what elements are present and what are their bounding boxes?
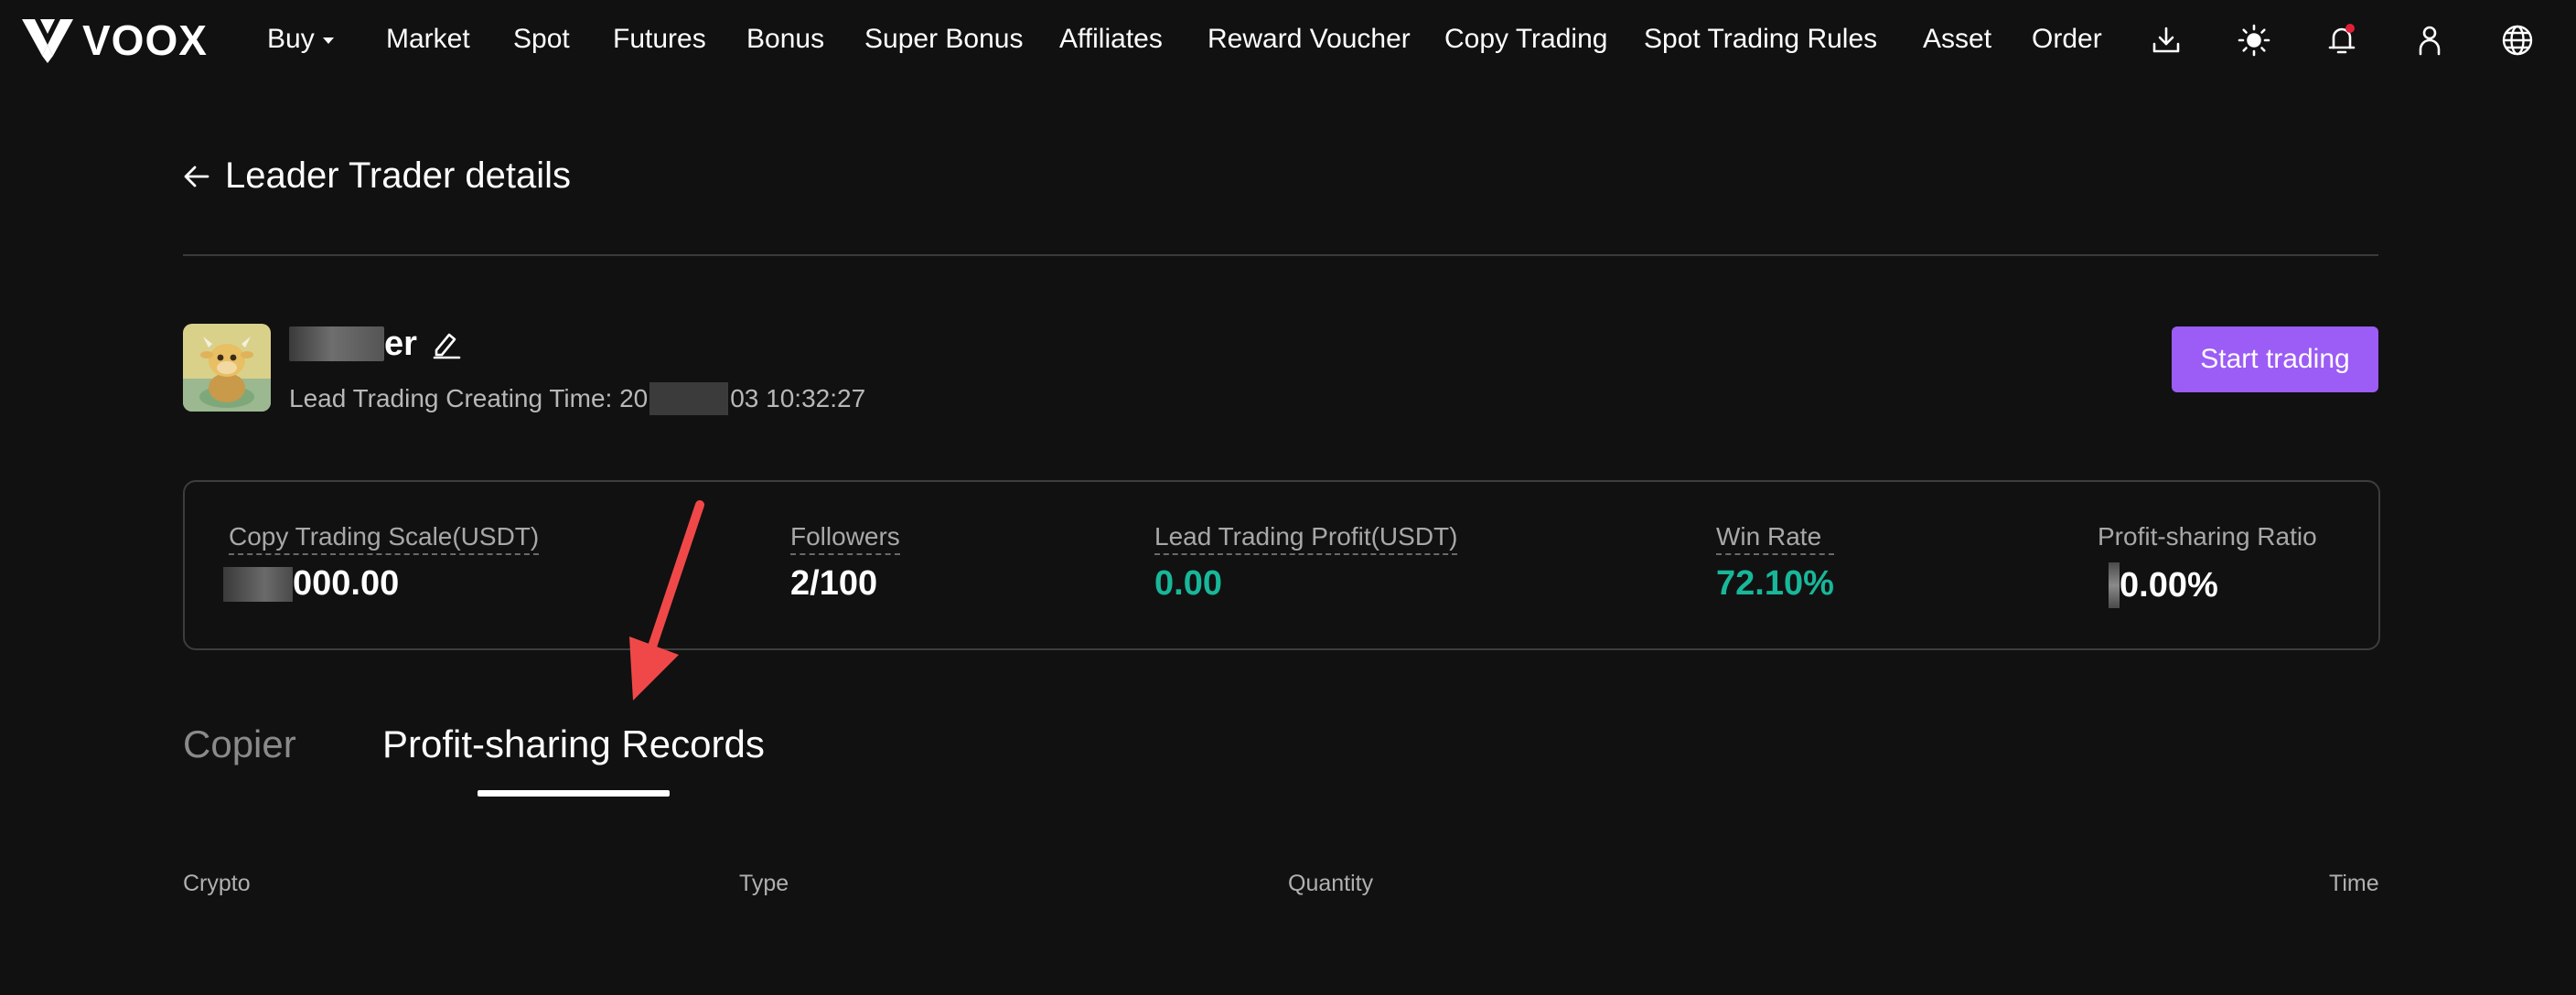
win-rate-label[interactable]: Win Rate	[1716, 522, 1834, 555]
lead-trading-created-time: Lead Trading Creating Time: 20 03 10:32:…	[289, 382, 865, 415]
lead-trading-profit-label[interactable]: Lead Trading Profit(USDT)	[1154, 522, 1458, 555]
column-header-quantity: Quantity	[1288, 871, 1374, 896]
redacted-scale-block	[223, 566, 293, 602]
stat-followers: Followers 2/100	[790, 522, 900, 604]
column-header-time: Time	[2329, 871, 2379, 896]
logo-text: VOOX	[82, 16, 208, 64]
back-arrow-icon[interactable]	[181, 161, 212, 192]
redacted-date-block	[649, 382, 729, 415]
notification-dot	[2345, 24, 2355, 33]
copy-trading-scale-label[interactable]: Copy Trading Scale(USDT)	[229, 522, 540, 555]
bell-icon[interactable]	[2324, 22, 2360, 59]
download-icon[interactable]	[2148, 22, 2184, 59]
column-header-type: Type	[739, 871, 789, 896]
avatar	[183, 324, 271, 412]
stat-lead-trading-profit: Lead Trading Profit(USDT) 0.00	[1154, 522, 1458, 604]
edit-icon[interactable]	[430, 327, 463, 360]
stat-win-rate: Win Rate 72.10%	[1716, 522, 1834, 604]
nav-market[interactable]: Market	[386, 24, 470, 55]
nav-reward-voucher[interactable]: Reward Voucher	[1208, 24, 1411, 55]
voox-logo-mark-icon	[22, 19, 73, 63]
nav-bonus[interactable]: Bonus	[746, 24, 824, 55]
copy-trading-scale-value: 000.00	[293, 564, 400, 603]
voox-logo[interactable]: VOOX	[20, 16, 208, 64]
nav-copy-trading[interactable]: Copy Trading	[1444, 24, 1607, 55]
nav-buy-label: Buy	[267, 24, 315, 54]
nav-super-bonus[interactable]: Super Bonus	[864, 24, 1023, 55]
nav-order[interactable]: Order	[2032, 24, 2102, 55]
tab-profit-sharing-records[interactable]: Profit-sharing Records	[382, 722, 765, 766]
start-trading-button[interactable]: Start trading	[2172, 326, 2378, 392]
profit-sharing-ratio-label: Profit-sharing Ratio	[2098, 522, 2317, 551]
tab-copier[interactable]: Copier	[183, 722, 296, 766]
caret-down-icon	[322, 37, 334, 44]
page-title: Leader Trader details	[225, 155, 572, 196]
followers-label[interactable]: Followers	[790, 522, 900, 555]
globe-icon[interactable]	[2499, 22, 2536, 59]
profit-sharing-ratio-value-row: 0.00%	[2098, 562, 2317, 608]
stats-panel: Copy Trading Scale(USDT) 000.00 Follower…	[183, 480, 2380, 650]
created-time-suffix: 03 10:32:27	[730, 384, 866, 412]
lead-trading-profit-value: 0.00	[1154, 564, 1222, 603]
nav-asset[interactable]: Asset	[1923, 24, 1991, 55]
top-navigation: VOOX Buy Market Spot Futures Bonus Super…	[0, 0, 2576, 82]
nav-spot-trading-rules[interactable]: Spot Trading Rules	[1644, 24, 1877, 55]
redacted-name-block	[289, 326, 384, 361]
page-header: Leader Trader details	[181, 155, 571, 197]
trader-name-row: er	[289, 322, 463, 366]
win-rate-value: 72.10%	[1716, 564, 1834, 603]
column-header-crypto: Crypto	[183, 871, 251, 896]
profit-sharing-ratio-value: 0.00%	[2120, 565, 2218, 604]
created-time-label: Lead Trading Creating Time: 20	[289, 384, 649, 412]
redacted-ratio-block	[2109, 562, 2120, 608]
followers-value: 2/100	[790, 564, 878, 603]
active-tab-indicator	[478, 790, 670, 797]
stat-profit-sharing-ratio: Profit-sharing Ratio 0.00%	[2098, 522, 2317, 608]
trader-name: er	[384, 324, 417, 363]
nav-affiliates[interactable]: Affiliates	[1059, 24, 1163, 55]
nav-buy[interactable]: Buy	[267, 24, 334, 55]
copy-trading-scale-value-row: 000.00	[223, 564, 539, 604]
theme-sun-icon[interactable]	[2236, 22, 2272, 59]
header-divider	[183, 254, 2378, 256]
user-icon[interactable]	[2411, 22, 2448, 59]
nav-futures[interactable]: Futures	[613, 24, 706, 55]
stat-copy-trading-scale: Copy Trading Scale(USDT) 000.00	[223, 522, 540, 604]
nav-spot[interactable]: Spot	[513, 24, 570, 55]
